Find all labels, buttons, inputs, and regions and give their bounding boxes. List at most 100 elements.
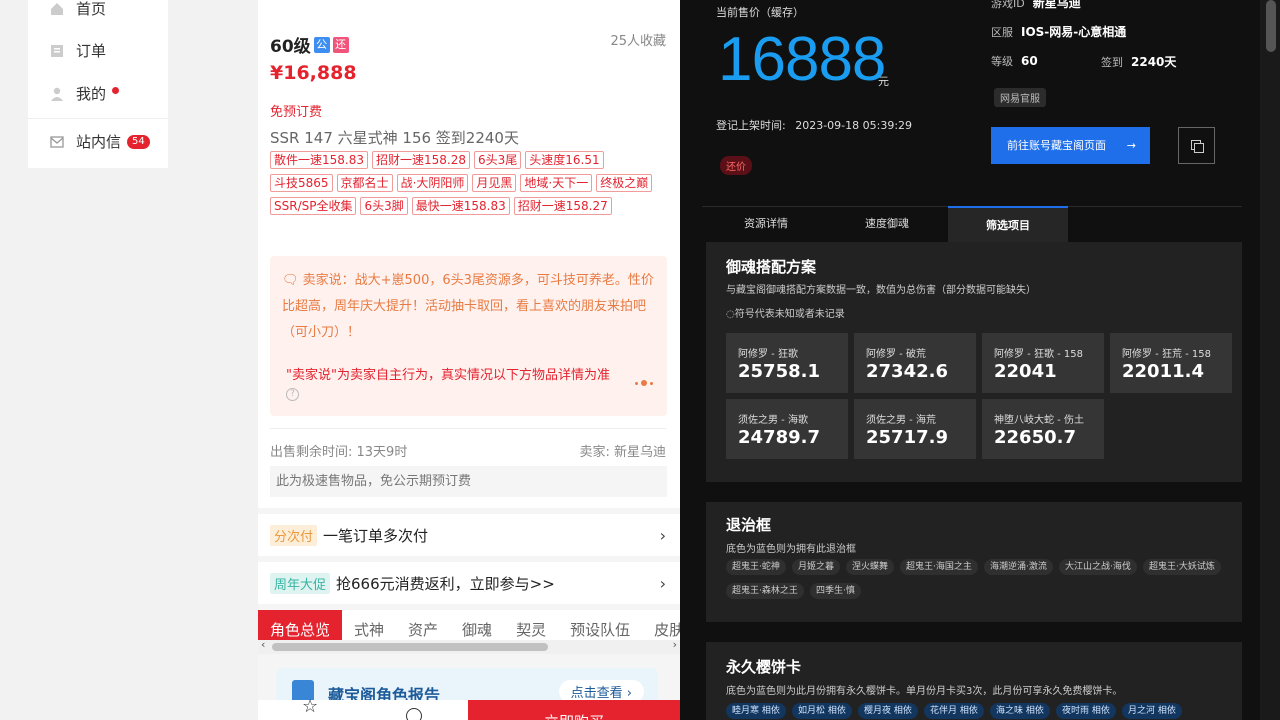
listing-card: 60级 公 还 25人收藏 ¥16,888 免预订费 SSR 147 六星式神 … [258, 0, 680, 508]
listed-time: 2023-09-18 05:39:29 [795, 119, 913, 132]
chip: 海潮逆涌·激流 [984, 559, 1053, 575]
divider [270, 428, 666, 429]
card-section-title: 永久樱饼卡 [726, 658, 802, 676]
scroll-right-icon[interactable]: › [673, 638, 677, 651]
soul-card-value: 25717.9 [866, 427, 948, 448]
message-badge: 54 [127, 134, 150, 149]
tab-speed-soul[interactable]: 速度御魂 [827, 206, 947, 242]
listed-label: 登记上架时间: [716, 119, 786, 132]
card-section-subtitle: 底色为蓝色则为此月份拥有永久樱饼卡。单月份月卡买3次，此月份可享永久免费樱饼卡。 [726, 686, 1123, 697]
big-price: 16888 [718, 25, 886, 94]
feature-tag: 散件一速158.83 [270, 151, 368, 169]
promo-text: 抢666元消费返利，立即参与>> [336, 574, 555, 593]
chip: 四季生·慎 [810, 583, 861, 599]
star-icon[interactable]: ☆ [302, 696, 318, 717]
buy-now-button[interactable]: 立即购买 [468, 700, 680, 720]
vertical-scrollbar[interactable] [1260, 0, 1280, 720]
chip: 涅火蝶舞 [846, 559, 895, 575]
feature-tag: 6头3脚 [360, 197, 408, 215]
level-row-dark: 等级 60 [991, 53, 1038, 69]
chip: 樱月夜 相依 [858, 703, 918, 719]
account-stats: SSR 147 六星式神 156 签到2240天 [270, 129, 519, 147]
installment-pill: 分次付 [270, 524, 318, 546]
nav-item-orders[interactable]: 订单 [50, 40, 106, 61]
soul-card-value: 22011.4 [1122, 361, 1204, 382]
account-detail-panel: 当前售价（缓存） 16888 元 登记上架时间: 2023-09-18 05:3… [680, 0, 1280, 720]
copy-button[interactable] [1178, 127, 1215, 164]
coin-icon[interactable] [406, 708, 422, 720]
arrow-right-icon: → [1126, 139, 1136, 152]
installment-row[interactable]: 分次付 一笔订单多次付 › [258, 514, 680, 556]
favorites-count: 25人收藏 [610, 34, 666, 49]
chip: 超鬼王·蛇神 [726, 559, 786, 575]
soul-card-value: 25758.1 [738, 361, 820, 382]
soul-card: 须佐之男 - 海荒 25717.9 [854, 399, 976, 459]
seller-name[interactable]: 卖家: 新星乌迪 [579, 441, 666, 460]
nav-item-home[interactable]: 首页 [50, 0, 106, 19]
soul-card: 阿修罗 - 破荒 27342.6 [854, 333, 976, 393]
goto-cbg-button[interactable]: 前往账号藏宝阁页面 → [991, 127, 1150, 164]
carousel-dots[interactable] [635, 380, 653, 386]
scroll-left-icon[interactable]: ‹ [261, 638, 265, 651]
nav-label: 我的 [76, 85, 107, 103]
feature-tag: 京都名士 [336, 174, 393, 192]
chip: 月姬之暮 [792, 559, 841, 575]
scroll-thumb[interactable] [1266, 0, 1276, 52]
tab-resource-detail[interactable]: 资源详情 [706, 206, 826, 242]
level-value: 60 [1021, 54, 1038, 68]
scroll-thumb[interactable] [272, 643, 548, 651]
level-row: 60级 公 还 [270, 32, 349, 57]
seller-says-body: 卖家说：战大+崽500，6头3尾资源多，可斗技可养老。性价比超高，周年庆大提升！… [282, 273, 654, 340]
nav-item-messages[interactable]: 站内信 54 [50, 131, 150, 152]
level-text: 60级 [270, 37, 311, 57]
chip: 如月松 相依 [792, 703, 852, 719]
soul-card: 阿修罗 - 狂歌 25758.1 [726, 333, 848, 393]
help-icon[interactable]: ? [286, 388, 299, 401]
public-tag-icon: 公 [313, 36, 330, 53]
soul-card: 神堕八岐大蛇 - 伤土 22650.7 [982, 399, 1104, 459]
listing-price: ¥16,888 [270, 62, 357, 84]
promo-row[interactable]: 周年大促 抢666元消费返利，立即参与>> › [258, 562, 680, 604]
signin-label: 签到 [1101, 56, 1123, 69]
official-server-tag: 网易官服 [994, 88, 1046, 107]
soul-card: 阿修罗 - 狂歌 - 158 22041 [982, 333, 1104, 393]
report-view-label: 点击查看 [570, 686, 623, 701]
soul-card: 须佐之男 - 海歌 24789.7 [726, 399, 848, 459]
order-icon [50, 44, 64, 58]
feature-tag: SSR/SP全收集 [270, 197, 357, 215]
fast-sale-notice: 此为极速售物品，免公示期预订费 [270, 466, 667, 497]
soul-card-value: 22041 [994, 361, 1057, 382]
chevron-right-icon: › [659, 526, 666, 545]
sakura-card-section: 永久樱饼卡 底色为蓝色则为此月份拥有永久樱饼卡。单月份月卡买3次，此月份可享永久… [706, 642, 1242, 720]
frame-section-title: 退治框 [726, 516, 772, 534]
mail-icon [50, 135, 64, 149]
chip: 超鬼王·大妖试炼 [1143, 559, 1221, 575]
nav-item-mine[interactable]: 我的 [50, 83, 120, 104]
soul-card-name: 神堕八岐大蛇 - 伤土 [994, 415, 1084, 426]
chip: 夜时雨 相依 [1056, 703, 1116, 719]
promo-pill: 周年大促 [270, 572, 331, 594]
feature-tag: 头速度16.51 [525, 151, 604, 169]
chip: 月之河 相依 [1122, 703, 1182, 719]
soul-section-title: 御魂搭配方案 [726, 258, 817, 276]
seller-says-box: 🗨 卖家说：战大+崽500，6头3尾资源多，可斗技可养老。性价比超高，周年庆大提… [270, 256, 667, 416]
signin-row: 签到 2240天 [1101, 53, 1176, 70]
listing-column: 60级 公 还 25人收藏 ¥16,888 免预订费 SSR 147 六星式神 … [258, 0, 680, 720]
left-nav: 首页 订单 我的 站内信 54 [28, 0, 168, 168]
chip: 超鬼王·森林之王 [726, 583, 804, 599]
soul-card-value: 27342.6 [866, 361, 948, 382]
notification-dot [112, 87, 120, 94]
soul-section-note: ◌符号代表未知或者未记录 [726, 309, 845, 320]
tab-filter-items[interactable]: 筛选项目 [948, 206, 1068, 242]
feature-tag: 6头3尾 [474, 151, 522, 169]
feature-tag: 终极之巅 [596, 174, 653, 192]
soul-card-value: 22650.7 [994, 427, 1076, 448]
installment-text: 一笔订单多次付 [323, 526, 429, 545]
seller-says-text: 🗨 卖家说：战大+崽500，6头3尾资源多，可斗技可养老。性价比超高，周年庆大提… [282, 268, 657, 346]
frame-section-subtitle: 底色为蓝色则为拥有此退治框 [726, 544, 856, 555]
soul-card: 阿修罗 - 狂荒 - 158 22011.4 [1110, 333, 1232, 393]
horizontal-scrollbar[interactable]: ‹ › [258, 638, 680, 654]
bottom-action-bar: ☆ 立即购买 [258, 696, 680, 720]
soul-card-name: 阿修罗 - 狂荒 - 158 [1122, 349, 1212, 360]
game-id-row: 游戏ID 新星乌迪 [991, 0, 1081, 11]
